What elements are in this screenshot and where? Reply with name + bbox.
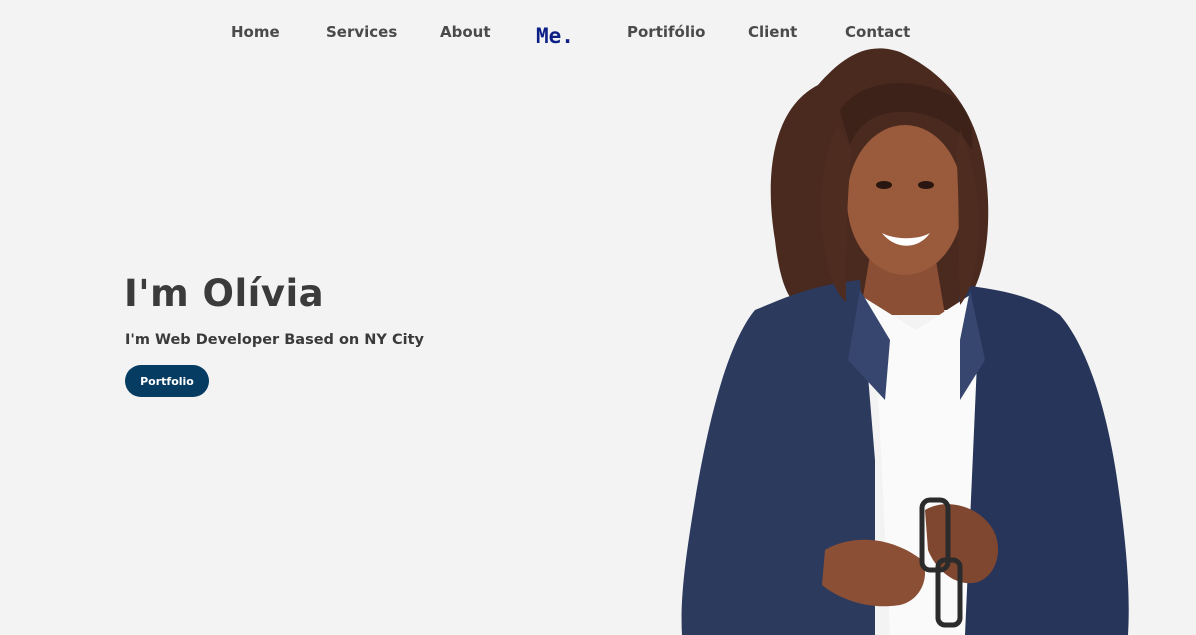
- nav-link-contact[interactable]: Contact: [845, 23, 910, 41]
- nav-link-about[interactable]: About: [440, 23, 491, 41]
- site-logo[interactable]: Me.: [536, 24, 574, 48]
- nav-link-services[interactable]: Services: [326, 23, 397, 41]
- nav-link-home[interactable]: Home: [231, 23, 280, 41]
- hero-title: I'm Olívia: [124, 272, 325, 315]
- nav-link-client[interactable]: Client: [748, 23, 797, 41]
- left-eye: [876, 181, 892, 189]
- right-eye: [918, 181, 934, 189]
- hero-subtitle: I'm Web Developer Based on NY City: [125, 332, 424, 348]
- portrait-image: [681, 48, 1129, 635]
- face: [847, 125, 963, 275]
- portfolio-button[interactable]: Portfolio: [125, 365, 209, 397]
- nav-link-portfolio[interactable]: Portifólio: [627, 23, 705, 41]
